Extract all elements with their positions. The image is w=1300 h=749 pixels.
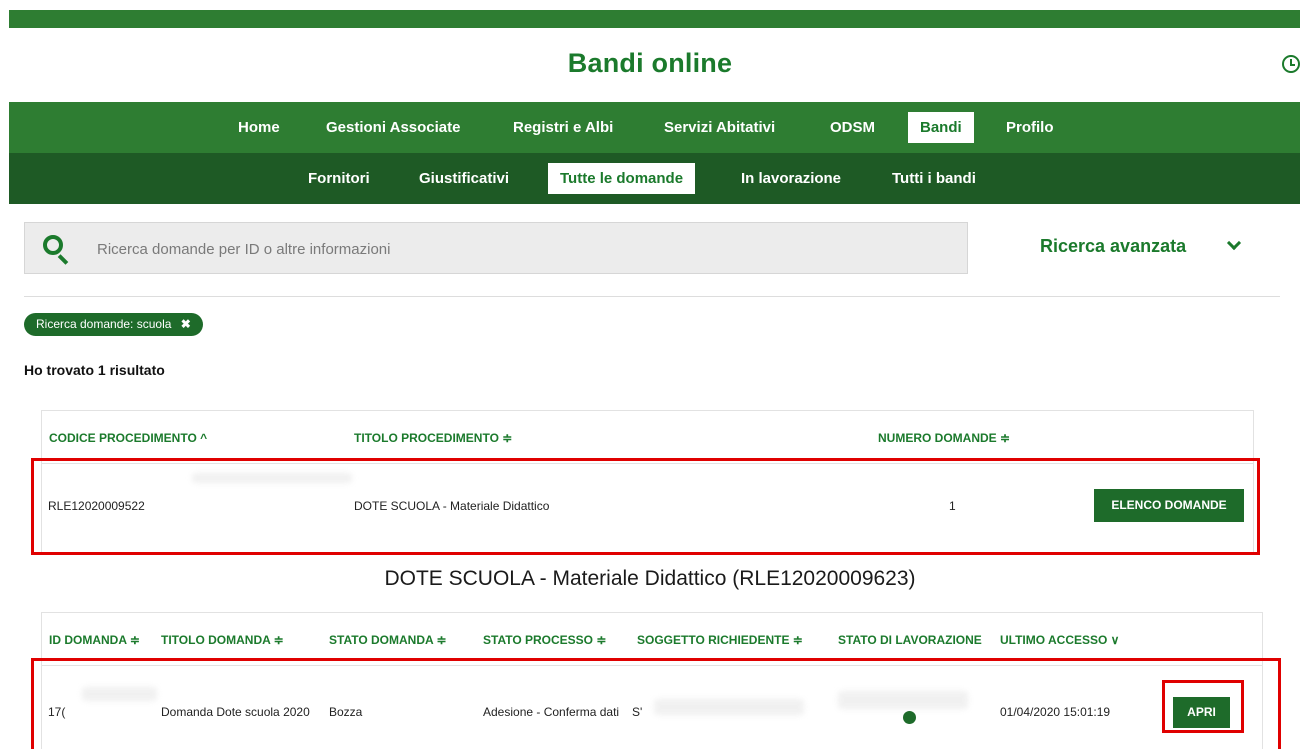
- header-codice-procedimento[interactable]: CODICE PROCEDIMENTO ^: [49, 431, 207, 445]
- cell-stato-processo: Adesione - Conferma dati: [483, 705, 620, 719]
- cell-ultimo-accesso: 01/04/2020 15:01:19: [1000, 705, 1111, 719]
- cell-stato-domanda: Bozza: [329, 705, 363, 719]
- close-icon[interactable]: ✖: [181, 313, 191, 336]
- cell-soggetto-richiedente: S': [632, 705, 643, 719]
- section-title: DOTE SCUOLA - Materiale Didattico (RLE12…: [384, 567, 916, 590]
- row-divider: [42, 665, 1262, 666]
- header-ultimo-accesso[interactable]: ULTIMO ACCESSO ∨: [1000, 633, 1119, 647]
- header-titolo-domanda[interactable]: TITOLO DOMANDA ≑: [161, 633, 284, 647]
- divider: [24, 296, 1280, 297]
- apri-button[interactable]: APRI: [1173, 697, 1230, 728]
- tab-tutti-i-bandi[interactable]: Tutti i bandi: [880, 163, 988, 194]
- nav-item-profilo[interactable]: Profilo: [994, 112, 1066, 143]
- advanced-search-toggle[interactable]: Ricerca avanzata: [1040, 236, 1186, 257]
- filter-chip: Ricerca domande: scuola ✖: [24, 313, 203, 336]
- redacted-area: [82, 687, 157, 701]
- tab-giustificativi[interactable]: Giustificativi: [407, 163, 521, 194]
- app-title: Bandi online: [567, 48, 733, 78]
- row-divider: [42, 463, 1253, 464]
- clock-icon[interactable]: [1282, 55, 1300, 73]
- nav-item-odsm[interactable]: ODSM: [818, 112, 887, 143]
- search-icon[interactable]: [43, 235, 63, 255]
- header-id-domanda[interactable]: ID DOMANDA ≑: [49, 633, 140, 647]
- cell-titolo: DOTE SCUOLA - Materiale Didattico: [354, 499, 550, 513]
- nav-item-gestioni-associate[interactable]: Gestioni Associate: [314, 112, 473, 143]
- sub-navigation: Fornitori Giustificativi Tutte le domand…: [9, 153, 1300, 204]
- filter-chip-label: Ricerca domande: scuola: [36, 317, 172, 331]
- header-titolo-procedimento[interactable]: TITOLO PROCEDIMENTO ≑: [354, 431, 512, 445]
- cell-id-domanda: 17(: [48, 705, 66, 719]
- redacted-area: [192, 473, 352, 483]
- cell-codice: RLE12020009522: [48, 499, 145, 513]
- tab-tutte-le-domande[interactable]: Tutte le domande: [548, 163, 696, 194]
- procedures-table: CODICE PROCEDIMENTO ^ TITOLO PROCEDIMENT…: [41, 410, 1254, 552]
- search-bar: [24, 222, 968, 274]
- tab-fornitori[interactable]: Fornitori: [296, 163, 382, 194]
- top-green-strip: [9, 10, 1300, 28]
- redacted-area: [838, 691, 968, 709]
- status-dot-icon: [903, 711, 916, 724]
- header-soggetto-richiedente[interactable]: SOGGETTO RICHIEDENTE ≑: [637, 633, 803, 647]
- nav-item-bandi[interactable]: Bandi: [908, 112, 974, 143]
- nav-item-home[interactable]: Home: [226, 112, 292, 143]
- search-input[interactable]: [97, 233, 957, 265]
- header-stato-di-lavorazione: STATO DI LAVORAZIONE: [838, 633, 982, 647]
- header-stato-domanda[interactable]: STATO DOMANDA ≑: [329, 633, 447, 647]
- chevron-down-icon[interactable]: [1226, 235, 1242, 251]
- redacted-area: [654, 699, 804, 715]
- cell-numero: 1: [949, 499, 956, 513]
- cell-titolo-domanda: Domanda Dote scuola 2020: [161, 705, 310, 719]
- nav-item-servizi-abitativi[interactable]: Servizi Abitativi: [652, 112, 787, 143]
- main-navigation: Home Gestioni Associate Registri e Albi …: [9, 102, 1300, 153]
- result-count: Ho trovato 1 risultato: [24, 362, 165, 378]
- header-stato-processo[interactable]: STATO PROCESSO ≑: [483, 633, 606, 647]
- applications-table: ID DOMANDA ≑ TITOLO DOMANDA ≑ STATO DOMA…: [41, 612, 1263, 749]
- tab-in-lavorazione[interactable]: In lavorazione: [729, 163, 853, 194]
- nav-item-registri-e-albi[interactable]: Registri e Albi: [501, 112, 625, 143]
- header-numero-domande[interactable]: NUMERO DOMANDE ≑: [878, 431, 1010, 445]
- elenco-domande-button[interactable]: ELENCO DOMANDE: [1094, 489, 1244, 522]
